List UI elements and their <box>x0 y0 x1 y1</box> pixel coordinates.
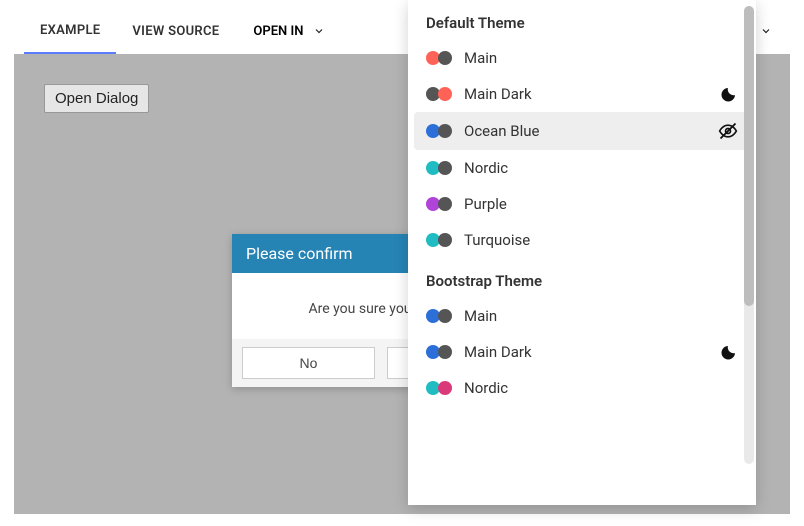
theme-item-main-dark[interactable]: Main Dark <box>408 76 756 112</box>
scrollbar-track[interactable] <box>744 6 754 464</box>
theme-item-label: Nordic <box>464 379 508 397</box>
chevron-down-icon <box>760 25 772 37</box>
theme-item-label: Main Dark <box>464 343 532 361</box>
theme-swatch-icon <box>426 197 452 211</box>
tab-example[interactable]: EXAMPLE <box>24 8 116 54</box>
eye-off-icon <box>718 121 738 141</box>
chevron-down-icon <box>313 25 325 37</box>
theme-item-label: Turquoise <box>464 231 530 249</box>
theme-swatch-icon <box>426 309 452 323</box>
theme-item-nordic[interactable]: Nordic <box>408 150 756 186</box>
theme-item-nordic[interactable]: Nordic <box>408 370 756 406</box>
theme-item-label: Main <box>464 307 497 325</box>
theme-item-main[interactable]: Main <box>408 298 756 334</box>
theme-item-label: Main Dark <box>464 85 532 103</box>
scrollbar-thumb[interactable] <box>744 6 754 306</box>
theme-group-label: Default Theme <box>408 0 756 40</box>
theme-item-label: Nordic <box>464 159 508 177</box>
theme-dropdown: Default Theme Main Main Dark Ocean Blue Nord… <box>408 0 756 505</box>
moon-icon <box>720 85 738 103</box>
open-in-label: OPEN IN <box>253 24 303 39</box>
theme-item-ocean-blue[interactable]: Ocean Blue <box>414 112 750 150</box>
theme-item-main[interactable]: Main <box>408 40 756 76</box>
theme-swatch-icon <box>426 51 452 65</box>
dialog-no-button[interactable]: No <box>242 347 375 379</box>
theme-item-purple[interactable]: Purple <box>408 186 756 222</box>
theme-swatch-icon <box>426 87 452 101</box>
open-dialog-button[interactable]: Open Dialog <box>44 84 149 113</box>
tab-view-source[interactable]: VIEW SOURCE <box>116 8 235 54</box>
theme-item-label: Purple <box>464 195 507 213</box>
theme-group-label: Bootstrap Theme <box>408 258 756 298</box>
open-in-dropdown[interactable]: OPEN IN <box>253 24 325 39</box>
theme-swatch-icon <box>426 124 452 138</box>
theme-swatch-icon <box>426 381 452 395</box>
theme-swatch-icon <box>426 161 452 175</box>
theme-item-label: Main <box>464 49 497 67</box>
moon-icon <box>720 343 738 361</box>
theme-item-main-dark[interactable]: Main Dark <box>408 334 756 370</box>
theme-swatch-icon <box>426 233 452 247</box>
theme-item-label: Ocean Blue <box>464 122 540 140</box>
theme-swatch-icon <box>426 345 452 359</box>
theme-item-turquoise[interactable]: Turquoise <box>408 222 756 258</box>
